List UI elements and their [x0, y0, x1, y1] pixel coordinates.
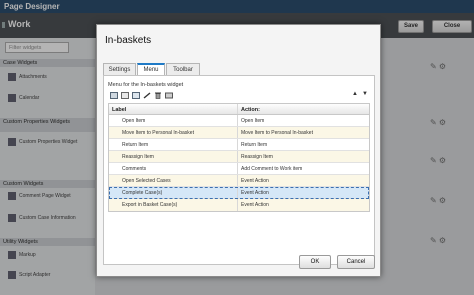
- copy-icon[interactable]: [121, 92, 129, 99]
- column-action-header[interactable]: Action:: [238, 104, 369, 114]
- table-header: Label Action:: [109, 104, 369, 115]
- table-row[interactable]: Return Item Return Item: [109, 139, 369, 151]
- dialog-title: In-baskets: [105, 35, 152, 46]
- row-label: Open Item: [109, 115, 238, 126]
- separator-icon[interactable]: [165, 92, 173, 99]
- move-up-icon[interactable]: ▲: [352, 91, 358, 97]
- row-label: Reassign Item: [109, 151, 238, 162]
- table-row[interactable]: Open Item Open Item: [109, 115, 369, 127]
- row-label: Return Item: [109, 139, 238, 150]
- cancel-button[interactable]: Cancel: [337, 255, 375, 269]
- row-action: Event Action: [241, 202, 269, 208]
- row-label: Complete Case(s): [109, 187, 238, 198]
- menu-items-table: Label Action: Open Item Open Item Move It…: [108, 103, 370, 212]
- table-row[interactable]: Export in Basket Case(s) Event Action: [109, 199, 369, 211]
- row-action: Reassign Item: [241, 154, 273, 160]
- menu-tab-panel: Menu for the In-baskets widget ▲ ▼ Label…: [103, 75, 375, 265]
- table-row[interactable]: Comments Add Comment to Work item: [109, 163, 369, 175]
- table-row[interactable]: Move Item to Personal In-basket Move Item…: [109, 127, 369, 139]
- row-label: Comments: [109, 163, 238, 174]
- row-action: Event Action: [241, 190, 269, 196]
- row-action: Add Comment to Work item: [241, 166, 303, 172]
- in-baskets-dialog: In-baskets Settings Menu Toolbar Menu fo…: [96, 24, 381, 277]
- delete-icon[interactable]: [154, 92, 162, 99]
- row-label: Open Selected Cases: [109, 175, 238, 186]
- row-label: Export in Basket Case(s): [109, 199, 238, 211]
- table-row-selected[interactable]: Complete Case(s) Event Action: [109, 187, 369, 199]
- row-action: Open Item: [241, 118, 265, 124]
- add-icon[interactable]: [110, 92, 118, 99]
- menu-toolbar: ▲ ▼: [108, 91, 371, 101]
- row-label: Move Item to Personal In-basket: [109, 127, 238, 138]
- row-action: Return Item: [241, 142, 268, 148]
- table-row[interactable]: Open Selected Cases Event Action: [109, 175, 369, 187]
- row-action: Event Action: [241, 178, 269, 184]
- move-down-icon[interactable]: ▼: [362, 91, 368, 97]
- edit-icon[interactable]: [143, 92, 151, 99]
- ok-button[interactable]: OK: [299, 255, 331, 269]
- column-label-header[interactable]: Label: [109, 104, 238, 114]
- menu-description: Menu for the In-baskets widget: [108, 82, 184, 88]
- table-row[interactable]: Reassign Item Reassign Item: [109, 151, 369, 163]
- row-action: Move Item to Personal In-basket: [241, 130, 313, 136]
- group-icon[interactable]: [132, 92, 140, 99]
